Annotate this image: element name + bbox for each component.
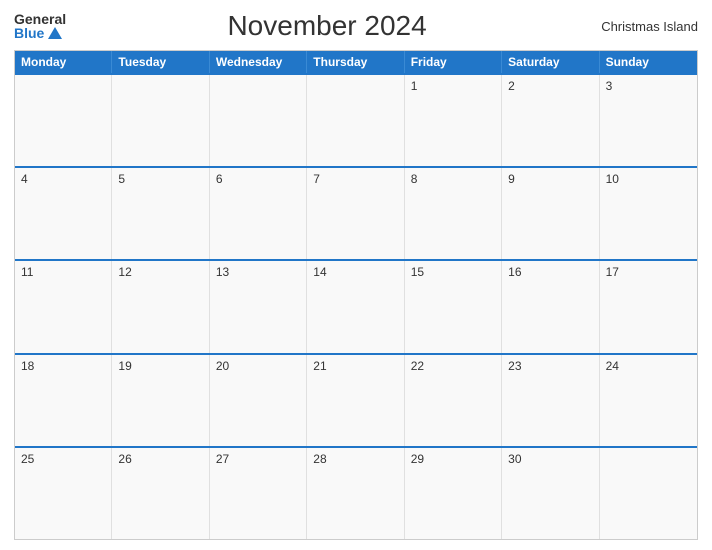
cell-w3-sat: 16	[502, 261, 599, 352]
calendar-header: Monday Tuesday Wednesday Thursday Friday…	[15, 51, 697, 73]
location-label: Christmas Island	[588, 19, 698, 34]
cell-w3-sun: 17	[600, 261, 697, 352]
calendar-week-5: 25 26 27 28 29 30	[15, 446, 697, 539]
cell-w4-fri: 22	[405, 355, 502, 446]
cell-w2-mon: 4	[15, 168, 112, 259]
cell-w5-sat: 30	[502, 448, 599, 539]
header-friday: Friday	[405, 51, 502, 73]
cell-w3-mon: 11	[15, 261, 112, 352]
cell-w3-thu: 14	[307, 261, 404, 352]
header-monday: Monday	[15, 51, 112, 73]
logo-blue-text: Blue	[14, 26, 44, 40]
cell-w1-wed	[210, 75, 307, 166]
cell-w4-tue: 19	[112, 355, 209, 446]
cell-w1-fri: 1	[405, 75, 502, 166]
logo: General Blue	[14, 12, 66, 40]
cell-w5-thu: 28	[307, 448, 404, 539]
cell-w2-fri: 8	[405, 168, 502, 259]
header-wednesday: Wednesday	[210, 51, 307, 73]
cell-w1-tue	[112, 75, 209, 166]
calendar-title: November 2024	[66, 10, 588, 42]
calendar-week-3: 11 12 13 14 15 16 17	[15, 259, 697, 352]
cell-w1-thu	[307, 75, 404, 166]
cell-w2-wed: 6	[210, 168, 307, 259]
cell-w1-mon	[15, 75, 112, 166]
cell-w2-sun: 10	[600, 168, 697, 259]
logo-general-text: General	[14, 12, 66, 26]
cell-w4-mon: 18	[15, 355, 112, 446]
cell-w3-fri: 15	[405, 261, 502, 352]
page: General Blue November 2024 Christmas Isl…	[0, 0, 712, 550]
cell-w4-sun: 24	[600, 355, 697, 446]
cell-w2-thu: 7	[307, 168, 404, 259]
cell-w5-mon: 25	[15, 448, 112, 539]
header-thursday: Thursday	[307, 51, 404, 73]
cell-w5-fri: 29	[405, 448, 502, 539]
calendar-week-2: 4 5 6 7 8 9 10	[15, 166, 697, 259]
cell-w3-tue: 12	[112, 261, 209, 352]
header-saturday: Saturday	[502, 51, 599, 73]
calendar: Monday Tuesday Wednesday Thursday Friday…	[14, 50, 698, 540]
cell-w4-wed: 20	[210, 355, 307, 446]
logo-triangle-icon	[48, 27, 62, 39]
header-sunday: Sunday	[600, 51, 697, 73]
header-tuesday: Tuesday	[112, 51, 209, 73]
cell-w5-tue: 26	[112, 448, 209, 539]
calendar-body: 1 2 3 4 5 6 7 8 9 10 11 12 13 14 15 16	[15, 73, 697, 539]
cell-w2-tue: 5	[112, 168, 209, 259]
cell-w3-wed: 13	[210, 261, 307, 352]
header: General Blue November 2024 Christmas Isl…	[14, 10, 698, 42]
cell-w5-wed: 27	[210, 448, 307, 539]
logo-blue-row: Blue	[14, 26, 66, 40]
cell-w4-thu: 21	[307, 355, 404, 446]
calendar-week-1: 1 2 3	[15, 73, 697, 166]
calendar-week-4: 18 19 20 21 22 23 24	[15, 353, 697, 446]
cell-w1-sat: 2	[502, 75, 599, 166]
cell-w1-sun: 3	[600, 75, 697, 166]
cell-w2-sat: 9	[502, 168, 599, 259]
cell-w4-sat: 23	[502, 355, 599, 446]
cell-w5-sun	[600, 448, 697, 539]
